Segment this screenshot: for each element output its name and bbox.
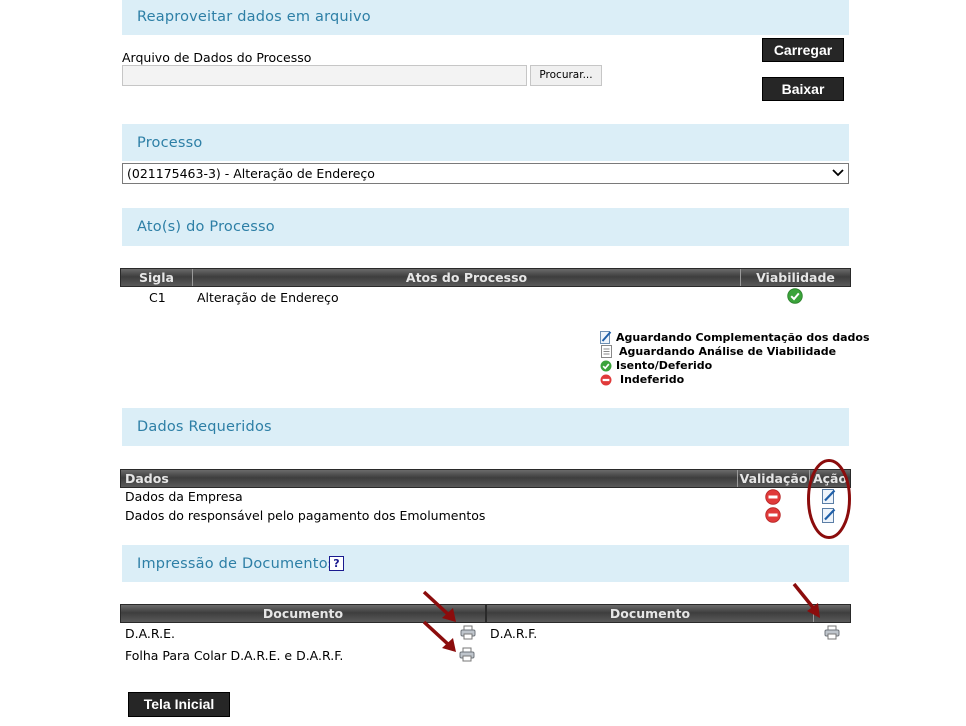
- header-documento-right: Documento: [487, 605, 814, 622]
- minus-red-icon: [765, 507, 781, 527]
- doc-label-dare: D.A.R.E.: [125, 626, 175, 641]
- row-ato: Alteração de Endereço: [197, 290, 339, 305]
- printer-icon[interactable]: [824, 625, 840, 644]
- impressao-section-header: Impressão de Documentos ?: [122, 545, 849, 582]
- reaproveitar-title: Reaproveitar dados em arquivo: [137, 9, 371, 25]
- atos-table-header: Sigla Atos do Processo Viabilidade: [120, 268, 851, 287]
- chevron-down-icon: [832, 164, 844, 183]
- load-button[interactable]: Carregar: [762, 38, 844, 62]
- dados-row-label: Dados da Empresa: [125, 489, 243, 504]
- download-button[interactable]: Baixar: [762, 77, 844, 101]
- processo-selected-value: (021175463-3) - Alteração de Endereço: [127, 166, 375, 181]
- impressao-title: Impressão de Documentos: [137, 556, 336, 572]
- header-viabilidade: Viabilidade: [756, 270, 835, 285]
- legend-label-deferido: Isento/Deferido: [616, 359, 713, 372]
- header-dados: Dados: [121, 470, 738, 487]
- processo-select[interactable]: (021175463-3) - Alteração de Endereço: [122, 163, 849, 184]
- header-validacao: Validação: [738, 470, 810, 487]
- annotation-ellipse: [807, 459, 851, 539]
- check-green-icon: [787, 288, 803, 308]
- file-label: Arquivo de Dados do Processo: [122, 50, 312, 65]
- minus-red-icon: [765, 489, 781, 509]
- reaproveitar-section-header: Reaproveitar dados em arquivo: [122, 0, 849, 35]
- dados-table-header: Dados Validação Ação: [120, 469, 851, 488]
- dados-row-label: Dados do responsável pelo pagamento dos …: [125, 508, 486, 523]
- atos-title: Ato(s) do Processo: [137, 219, 275, 235]
- home-button[interactable]: Tela Inicial: [128, 692, 230, 717]
- doc-label-darf: D.A.R.F.: [490, 626, 538, 641]
- printer-icon[interactable]: [460, 625, 476, 644]
- processo-section-header: Processo: [122, 124, 849, 161]
- dados-section-header: Dados Requeridos: [122, 408, 849, 446]
- header-atos: Atos do Processo: [193, 269, 741, 286]
- row-sigla: C1: [149, 290, 166, 305]
- legend-label-complementacao: Aguardando Complementação dos dados: [616, 331, 870, 344]
- annotation-arrow: [422, 620, 456, 652]
- printer-icon[interactable]: [459, 647, 475, 666]
- minus-red-icon: [600, 371, 612, 390]
- legend-label-indeferido: Indeferido: [620, 373, 685, 386]
- dados-title: Dados Requeridos: [137, 419, 272, 435]
- atos-section-header: Ato(s) do Processo: [122, 208, 849, 246]
- browse-button[interactable]: Procurar...: [530, 65, 602, 86]
- legend-label-viabilidade: Aguardando Análise de Viabilidade: [619, 345, 837, 358]
- header-sigla: Sigla: [121, 269, 193, 286]
- help-icon[interactable]: ?: [329, 556, 344, 571]
- doc-label-folha: Folha Para Colar D.A.R.E. e D.A.R.F.: [125, 648, 344, 663]
- annotation-arrow: [792, 582, 820, 618]
- file-path-input[interactable]: [122, 65, 527, 86]
- processo-title: Processo: [137, 135, 203, 151]
